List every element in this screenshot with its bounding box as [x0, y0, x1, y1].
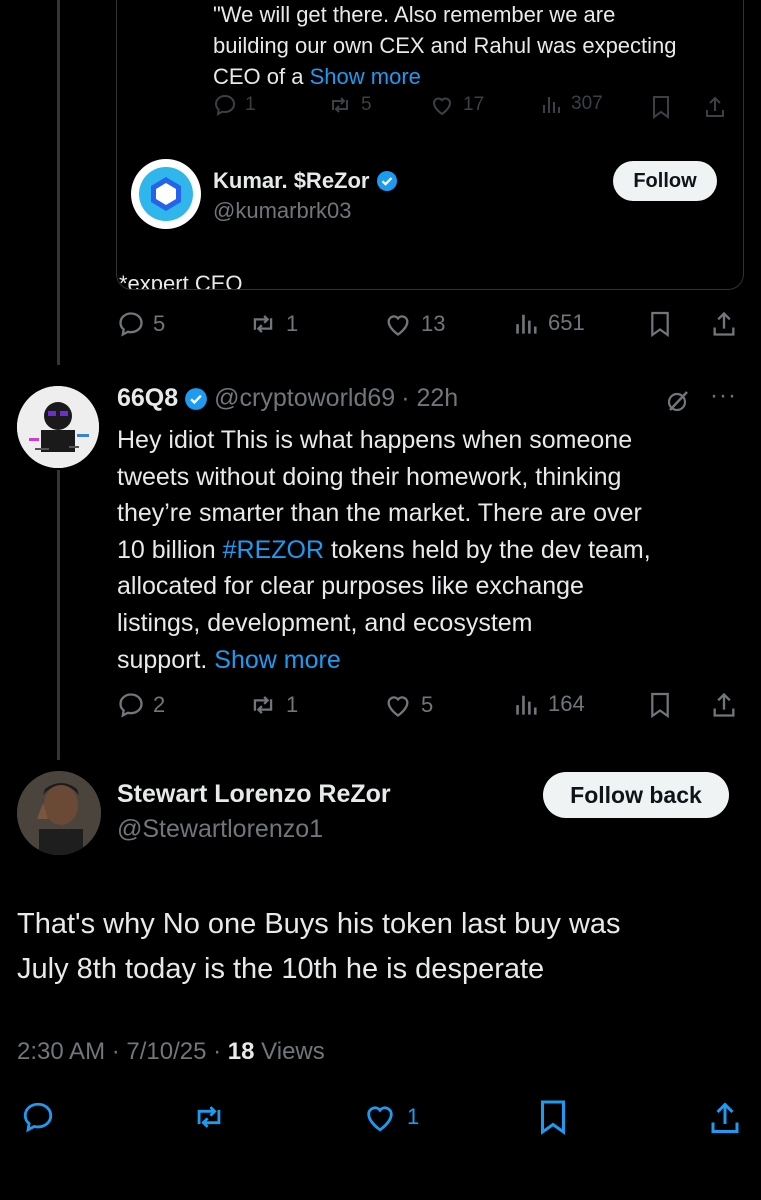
heart-icon — [387, 696, 409, 717]
hashtag-link[interactable]: #REZOR — [223, 536, 324, 564]
avatar[interactable] — [131, 159, 201, 229]
author-name[interactable]: Stewart Lorenzo ReZor — [117, 780, 391, 809]
quoted-text-line: CEO of a — [213, 64, 304, 89]
views-count: 651 — [548, 310, 585, 335]
grok-icon[interactable] — [664, 387, 692, 415]
reply-body: Hey idiot This is what happens when some… — [117, 422, 747, 678]
like-count: 13 — [421, 311, 446, 336]
views-count: 307 — [571, 93, 603, 114]
like-action[interactable]: 5 — [383, 691, 433, 719]
repost-icon — [253, 315, 273, 333]
heart-icon — [432, 97, 452, 116]
views-action[interactable]: 651 — [514, 310, 585, 336]
reply-text-line: Hey idiot This is what happens when some… — [117, 426, 633, 454]
reply-count: 5 — [153, 311, 166, 336]
post-time: · 22h — [401, 384, 459, 412]
views-action[interactable]: 164 — [514, 691, 585, 717]
repost-icon — [332, 97, 348, 113]
bookmark-icon[interactable] — [649, 691, 671, 719]
like-count: 17 — [463, 94, 485, 115]
show-more-link[interactable]: Show more — [214, 646, 340, 674]
verified-badge-icon — [185, 387, 208, 410]
reply-icon — [119, 693, 143, 718]
timestamp: 2:30 AM · 7/10/25 · — [17, 1038, 228, 1065]
heart-icon — [387, 315, 409, 336]
reply-text-line: tokens held by the dev team, — [324, 535, 651, 564]
tweet-body: That's why No one Buys his token last bu… — [17, 902, 747, 992]
like-count: 5 — [421, 692, 434, 717]
heart-icon — [367, 1106, 393, 1132]
bookmark-icon[interactable] — [538, 1098, 568, 1136]
reply-count: 2 — [153, 692, 166, 717]
repost-action[interactable]: 1 — [248, 310, 298, 338]
like-action[interactable]: 13 — [383, 310, 445, 338]
share-icon[interactable] — [703, 95, 727, 119]
avatar[interactable] — [17, 771, 101, 855]
author-handle[interactable]: @cryptoworld69 — [214, 384, 395, 413]
bookmark-icon[interactable] — [649, 310, 671, 338]
like-action[interactable]: 1 — [361, 1100, 419, 1134]
share-icon[interactable] — [710, 310, 738, 338]
reply-action[interactable]: 5 — [117, 310, 165, 338]
reply-action[interactable]: 1 — [213, 93, 256, 117]
author-name[interactable]: 66Q8 — [117, 384, 178, 413]
author-handle[interactable]: @kumarbrk03 — [213, 198, 352, 224]
user-photo-icon — [17, 771, 101, 855]
views-count: 18 — [227, 1038, 255, 1065]
views-count: 164 — [548, 691, 585, 716]
reply-text-line: tweets without doing their homework, thi… — [117, 462, 622, 491]
quoted-reply-text: *expert CEO — [119, 271, 243, 290]
views-label[interactable]: Views — [255, 1038, 325, 1065]
verified-badge-icon — [376, 171, 397, 191]
repost-count: 1 — [286, 692, 299, 717]
reply-count: 1 — [245, 94, 256, 115]
views-icon — [516, 695, 537, 715]
reply-text-line: 10 billion — [117, 535, 223, 564]
quoted-text-line: "We will get there. Also remember we are — [213, 2, 616, 27]
share-icon[interactable] — [707, 1100, 743, 1136]
repost-icon[interactable] — [189, 1100, 229, 1134]
quoted-tweet-card[interactable]: "We will get there. Also remember we are… — [116, 0, 744, 290]
views-icon — [516, 314, 537, 334]
avatar[interactable] — [17, 386, 99, 468]
repost-action[interactable]: 1 — [248, 691, 298, 719]
repost-count: 5 — [361, 94, 372, 115]
reply-text-line: they’re smarter than the market. There a… — [117, 499, 642, 528]
reply-action[interactable]: 2 — [117, 691, 165, 719]
repost-icon — [253, 696, 273, 714]
repost-action[interactable]: 5 — [327, 93, 372, 117]
tweet-text-line: That's why No one Buys his token last bu… — [17, 908, 621, 940]
tweet-text-line: July 8th today is the 10th he is despera… — [17, 953, 545, 985]
share-icon[interactable] — [710, 691, 738, 719]
show-more-link[interactable]: Show more — [310, 64, 421, 89]
reply-icon — [119, 312, 143, 337]
reply-icon — [214, 94, 236, 116]
follow-button[interactable]: Follow — [613, 161, 717, 201]
reply-text-line: listings, development, and ecosystem — [117, 608, 533, 637]
rezor-logo-icon — [133, 161, 199, 227]
views-icon — [543, 97, 560, 113]
author-name[interactable]: Kumar. $ReZor — [213, 168, 370, 194]
repost-count: 1 — [286, 311, 299, 336]
pixel-avatar-icon — [17, 386, 99, 468]
quoted-text-line: building our own CEX and Rahul was expec… — [213, 33, 677, 58]
views-action[interactable]: 307 — [541, 93, 603, 115]
thread-line — [57, 470, 60, 760]
bookmark-icon[interactable] — [651, 95, 671, 119]
tweet-metadata: 2:30 AM · 7/10/25 · 18 Views — [17, 1038, 325, 1066]
like-count: 1 — [407, 1104, 420, 1129]
follow-back-button[interactable]: Follow back — [543, 772, 729, 818]
reply-text-line: allocated for clear purposes like exchan… — [117, 572, 584, 601]
thread-line — [57, 0, 60, 365]
author-handle[interactable]: @Stewartlorenzo1 — [117, 815, 323, 844]
like-action[interactable]: 17 — [429, 93, 484, 117]
reply-text-line: support. — [117, 645, 208, 674]
reply-icon[interactable] — [21, 1100, 55, 1134]
more-options-icon[interactable]: ··· — [710, 382, 737, 410]
